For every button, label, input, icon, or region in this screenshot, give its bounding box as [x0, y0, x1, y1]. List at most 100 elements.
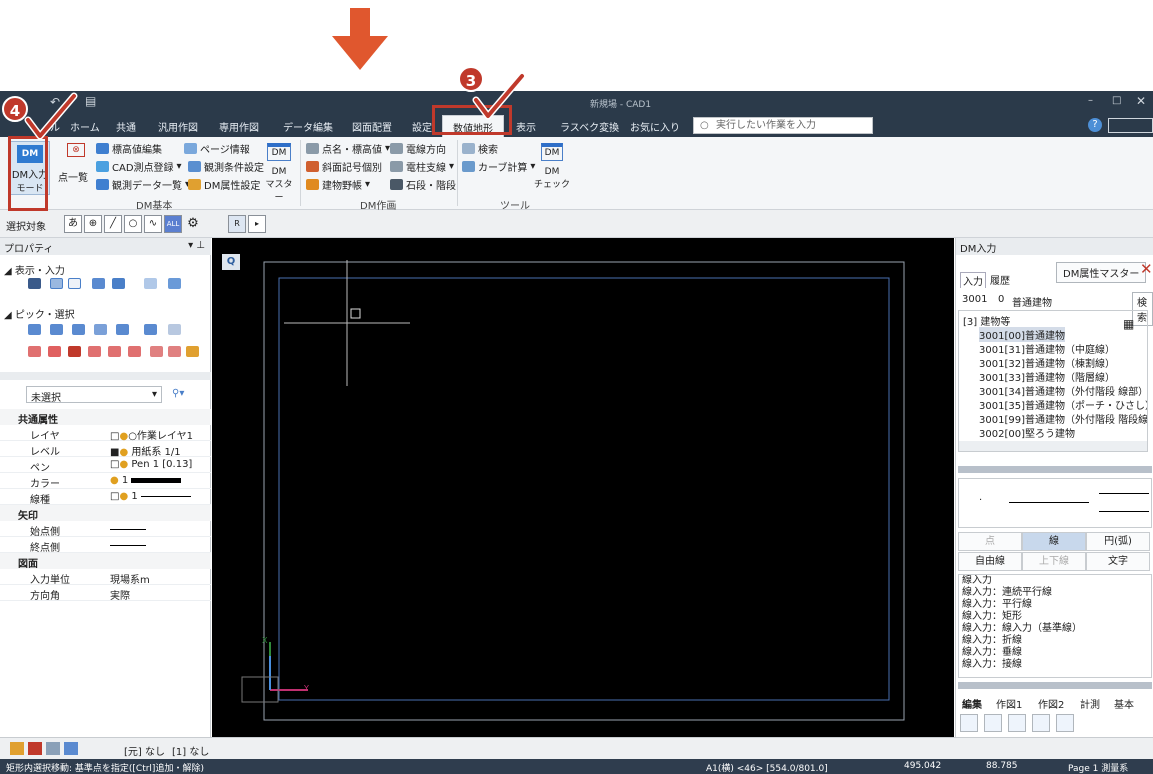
- drawing-canvas[interactable]: Q X Y: [212, 238, 954, 737]
- prop-row-level[interactable]: レベル ■● 用紙系 1/1: [0, 441, 211, 458]
- pick-tool-icons-row2[interactable]: [28, 346, 199, 362]
- minimize-icon[interactable]: –: [1088, 95, 1093, 106]
- close-icon[interactable]: ✕: [1136, 94, 1146, 108]
- select-all-button[interactable]: ALL: [164, 215, 182, 233]
- tab-general-draw[interactable]: 汎用作図: [158, 119, 198, 134]
- building-button[interactable]: 建物野帳 ▾: [306, 177, 370, 192]
- tab-special-draw[interactable]: 専用作図: [219, 119, 259, 134]
- command-item[interactable]: 線入力：連続平行線: [959, 587, 1151, 599]
- section-display-input[interactable]: ◢ 表示・入力: [4, 262, 65, 277]
- code-list-item[interactable]: 3001[31]普通建物（中庭線）: [979, 341, 1115, 356]
- raster-button[interactable]: R: [228, 215, 246, 233]
- grid-icon[interactable]: [50, 278, 63, 289]
- prop-row-start-arrow[interactable]: 始点側: [0, 521, 211, 538]
- layer-icon[interactable]: [28, 278, 41, 289]
- prop-row-direction[interactable]: 方向角 実際: [0, 585, 211, 602]
- line-dir-button[interactable]: 電線方向: [390, 141, 446, 156]
- pick-icon-7[interactable]: [168, 324, 181, 335]
- dm-check-button[interactable]: DM DM チェック: [532, 141, 572, 195]
- snap-box-icon[interactable]: [150, 346, 163, 357]
- snap-pot-icon[interactable]: [186, 346, 199, 357]
- tab-history[interactable]: 履歴: [990, 272, 1010, 287]
- obs-cond-button[interactable]: 観測条件設定: [188, 159, 264, 174]
- prop-row-pen[interactable]: ペン □● Pen 1 [0.13]: [0, 457, 211, 474]
- edit-icon-1[interactable]: [960, 714, 978, 732]
- search-tool-button[interactable]: 検索: [462, 141, 498, 156]
- dm-attr-master-button[interactable]: DM属性マスター: [1056, 262, 1147, 283]
- tree-root[interactable]: [3] 建物等: [963, 313, 1010, 328]
- layer-indicator-1[interactable]: [元] なし: [124, 743, 165, 758]
- help-icon[interactable]: ?: [1088, 118, 1102, 132]
- dimension-icon[interactable]: [112, 278, 125, 289]
- dm-master-button[interactable]: DM DM マスター: [262, 141, 296, 203]
- prop-row-color[interactable]: カラー ● 1: [0, 473, 211, 490]
- tab-draw2[interactable]: 作図2: [1038, 696, 1064, 711]
- pick-icon-4[interactable]: [94, 324, 107, 335]
- obs-data-button[interactable]: 観測データ一覧▾: [96, 177, 190, 192]
- snap-perp-icon[interactable]: [88, 346, 101, 357]
- pt-name-button[interactable]: 点名・標高値 ▾: [306, 141, 390, 156]
- chevron-right-icon[interactable]: ▸: [248, 215, 266, 233]
- code-sub-value[interactable]: 0: [998, 294, 1004, 305]
- code-name-value[interactable]: 普通建物: [1012, 294, 1052, 309]
- snap-mid-icon[interactable]: [48, 346, 61, 357]
- edit-icon-2[interactable]: [984, 714, 1002, 732]
- mode-point-button[interactable]: 点: [958, 532, 1022, 551]
- select-line-button[interactable]: ╱: [104, 215, 122, 233]
- maximize-icon[interactable]: □: [1112, 95, 1121, 106]
- pick-icon-2[interactable]: [50, 324, 63, 335]
- command-item[interactable]: 線入力：垂線: [959, 647, 1151, 659]
- tab-draw1[interactable]: 作図1: [996, 696, 1022, 711]
- mode-free-button[interactable]: 自由線: [958, 552, 1022, 571]
- close-icon[interactable]: ✕: [1140, 260, 1153, 278]
- prop-row-linetype[interactable]: 線種 □● 1: [0, 489, 211, 506]
- tab-data-edit[interactable]: データ編集: [283, 119, 333, 134]
- mode-line-button[interactable]: 線: [1022, 532, 1086, 551]
- page-info-button[interactable]: ページ情報: [184, 141, 250, 156]
- pick-icon-1[interactable]: [28, 324, 41, 335]
- slope-sym-button[interactable]: 斜面記号個別: [306, 159, 382, 174]
- command-item[interactable]: 線入力：折線: [959, 635, 1151, 647]
- print-icon[interactable]: ▤: [85, 94, 96, 108]
- prop-row-layer[interactable]: レイヤ □●○作業レイヤ1: [0, 425, 211, 442]
- select-point-button[interactable]: ⊕: [84, 215, 102, 233]
- tab-favorites[interactable]: お気に入り: [630, 119, 680, 134]
- bottom-icon-3[interactable]: [46, 742, 60, 755]
- info-icon[interactable]: Q: [222, 254, 240, 270]
- code-list-item[interactable]: 3002[00]堅ろう建物: [979, 425, 1075, 440]
- tab-layout[interactable]: 図面配置: [352, 119, 392, 134]
- section-pick-select[interactable]: ◢ ピック・選択: [4, 306, 75, 321]
- code-list-item[interactable]: 3001[35]普通建物（ポーチ・ひさし）: [979, 397, 1147, 412]
- snap-star-icon[interactable]: [108, 346, 121, 357]
- prop-row-end-arrow[interactable]: 終点側: [0, 537, 211, 554]
- qr-icon[interactable]: ▦: [1123, 317, 1134, 331]
- r-icon[interactable]: [68, 278, 81, 289]
- code-list-item[interactable]: 3001[34]普通建物（外付階段 線部）: [979, 383, 1147, 398]
- mode-text-button[interactable]: 文字: [1086, 552, 1150, 571]
- tab-input[interactable]: 入力: [960, 272, 986, 288]
- elev-edit-button[interactable]: 標高値編集: [96, 141, 162, 156]
- panel-splitter[interactable]: [958, 682, 1152, 689]
- select-text-button[interactable]: あ: [64, 215, 82, 233]
- bottom-icon-1[interactable]: [10, 742, 24, 755]
- tab-edit[interactable]: 編集: [962, 696, 982, 711]
- gear-icon[interactable]: ⚙: [184, 215, 202, 233]
- dm-attr-set-button[interactable]: DM属性設定: [188, 177, 260, 192]
- layer-indicator-2[interactable]: [1] なし: [172, 743, 209, 758]
- cad-point-button[interactable]: CAD測点登録 ▾: [96, 159, 182, 174]
- selection-dropdown[interactable]: 未選択 ▾: [26, 386, 162, 404]
- command-item[interactable]: 線入力：線入力（基準線）: [959, 623, 1151, 635]
- pin-icon[interactable]: ▾ ⊥: [188, 240, 205, 251]
- command-item[interactable]: 線入力：平行線: [959, 599, 1151, 611]
- pick-icon-6[interactable]: [144, 324, 157, 335]
- stairs-button[interactable]: 石段・階段: [390, 177, 456, 192]
- code-list-item[interactable]: 3001[99]普通建物（外付階段 階段線）: [979, 411, 1147, 426]
- snap-rect-icon[interactable]: [68, 346, 81, 357]
- pick-icon-3[interactable]: [72, 324, 85, 335]
- command-item[interactable]: 線入力：接線: [959, 659, 1151, 671]
- select-curve-button[interactable]: ∿: [144, 215, 162, 233]
- tab-settings[interactable]: 設定: [412, 119, 432, 134]
- code-list-item[interactable]: 3001[00]普通建物: [979, 327, 1065, 342]
- edit-icon-3[interactable]: [1008, 714, 1026, 732]
- command-item[interactable]: 線入力：矩形: [959, 611, 1151, 623]
